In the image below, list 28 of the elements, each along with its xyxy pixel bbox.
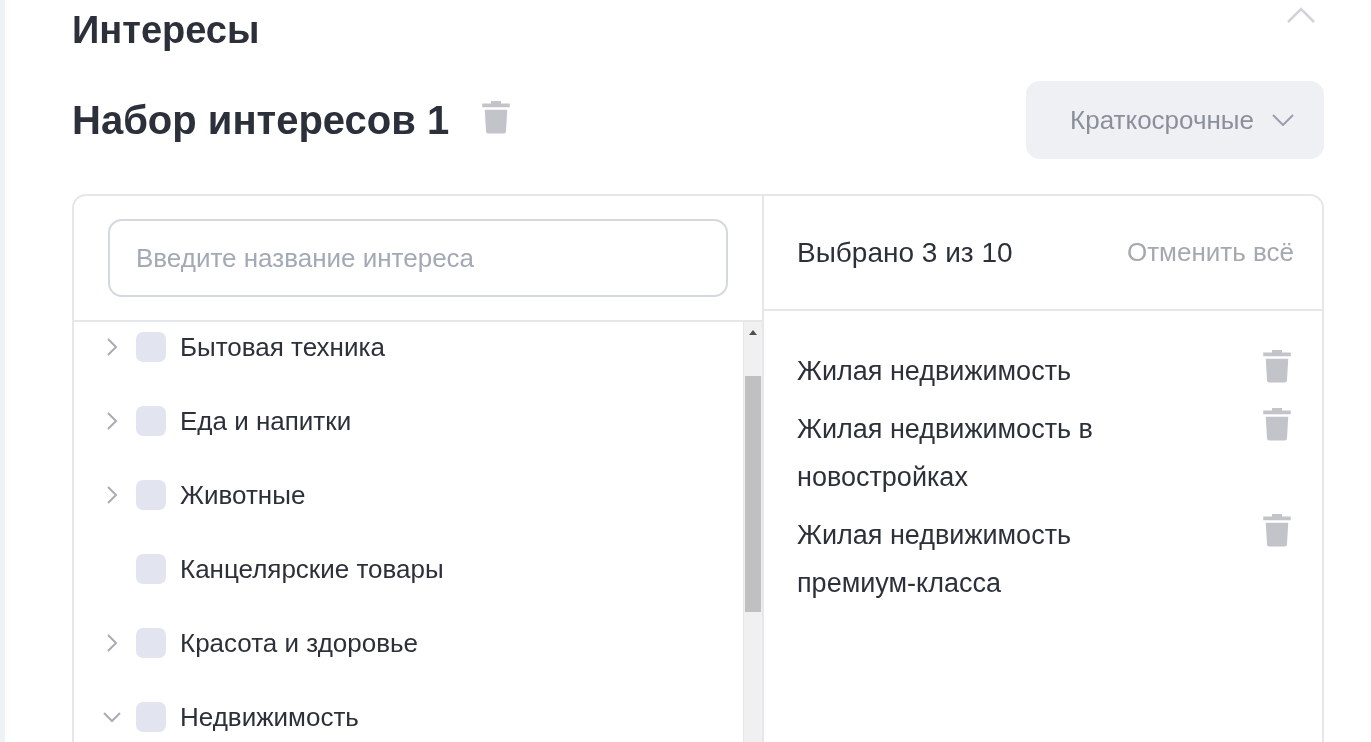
trash-icon[interactable]	[1262, 405, 1292, 441]
trash-icon[interactable]	[481, 98, 512, 134]
chevron-down-icon	[1272, 114, 1294, 126]
selected-interest: Жилая недвижимость в новостройках	[797, 413, 1094, 494]
interest-set-title: Набор интересов 1	[72, 97, 450, 143]
checkbox[interactable]	[136, 628, 166, 658]
checkbox[interactable]	[136, 332, 166, 362]
category-label[interactable]: Бытовая техника	[180, 332, 385, 362]
category-label[interactable]: Животные	[180, 480, 306, 510]
category-label[interactable]: Канцелярские товары	[180, 554, 444, 584]
scrollbar-thumb[interactable]	[745, 376, 761, 612]
selected-interest: Жилая недвижимость премиум-класса	[797, 519, 1073, 600]
search-field[interactable]: Введите название интереса	[108, 219, 728, 297]
category-label[interactable]: Красота и здоровье	[180, 628, 418, 658]
checkbox[interactable]	[136, 554, 166, 584]
checkbox[interactable]	[136, 406, 166, 436]
checkbox[interactable]	[136, 480, 166, 510]
selected-interest: Жилая недвижимость	[797, 355, 1072, 388]
scroll-up-arrow-icon[interactable]	[749, 330, 757, 335]
category-label[interactable]: Недвижимость	[180, 702, 359, 732]
category-label[interactable]: Еда и напитки	[180, 406, 352, 436]
selected-count: Выбрано 3 из 10	[797, 236, 1013, 269]
collapse-chevron-icon[interactable]	[1286, 6, 1316, 24]
checkbox[interactable]	[136, 702, 166, 732]
scrollbar[interactable]	[743, 322, 762, 742]
section-title: Интересы	[72, 8, 260, 52]
trash-icon[interactable]	[1262, 347, 1292, 383]
trash-icon[interactable]	[1262, 511, 1292, 547]
